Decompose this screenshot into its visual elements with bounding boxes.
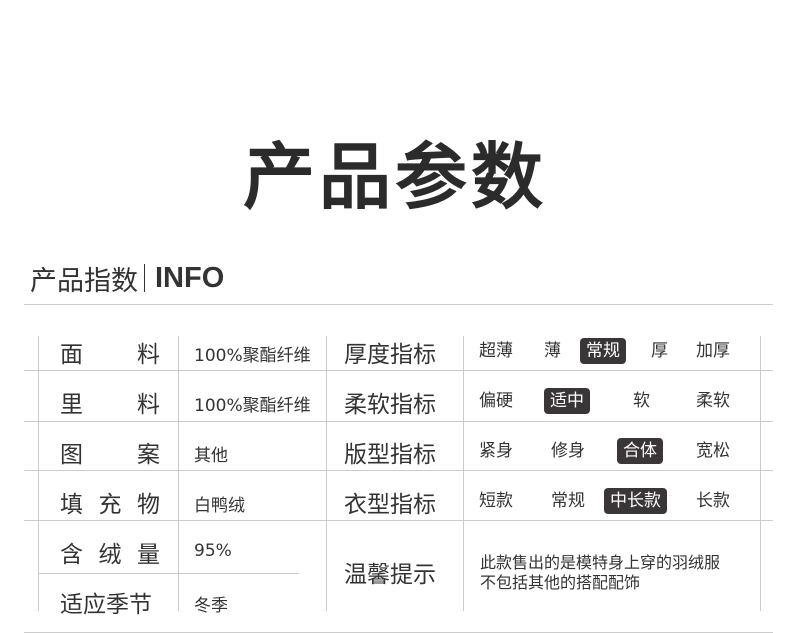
label-season: 适应季节 bbox=[60, 592, 152, 618]
option-thickness: 超薄 bbox=[479, 341, 513, 361]
option-fit: 宽松 bbox=[696, 441, 730, 461]
row-divider bbox=[24, 470, 773, 471]
label-down-content: 含绒量 bbox=[60, 542, 160, 568]
column-divider bbox=[463, 336, 464, 611]
row-divider bbox=[24, 520, 773, 521]
column-divider bbox=[760, 336, 761, 611]
option-softness: 软 bbox=[633, 391, 650, 411]
value-fabric: 100%聚酯纤维 bbox=[194, 346, 311, 366]
label-softness: 柔软指标 bbox=[344, 392, 436, 418]
option-thickness: 加厚 bbox=[696, 341, 730, 361]
value-filling: 白鸭绒 bbox=[194, 496, 245, 516]
option-thickness: 厚 bbox=[651, 341, 668, 361]
value-season: 冬季 bbox=[194, 596, 228, 616]
section-title-en: INFO bbox=[155, 261, 225, 294]
row-divider bbox=[38, 573, 299, 574]
option-fit: 修身 bbox=[551, 441, 585, 461]
section-divider bbox=[144, 264, 145, 292]
option-softness: 柔软 bbox=[696, 391, 730, 411]
label-thickness: 厚度指标 bbox=[344, 342, 436, 368]
option-thickness-selected: 常规 bbox=[580, 338, 626, 364]
option-thickness: 薄 bbox=[544, 341, 561, 361]
option-length: 短款 bbox=[479, 491, 513, 511]
option-fit-selected: 合体 bbox=[617, 438, 663, 464]
column-divider bbox=[326, 336, 327, 611]
option-fit: 紧身 bbox=[479, 441, 513, 461]
section-title-cn: 产品指数 bbox=[30, 265, 138, 297]
column-divider bbox=[178, 336, 179, 611]
page-title: 产品参数 bbox=[242, 135, 547, 219]
row-divider bbox=[24, 370, 773, 371]
column-divider bbox=[38, 336, 39, 611]
label-tip: 温馨提示 bbox=[344, 562, 436, 588]
tip-line: 此款售出的是模特身上穿的羽绒服 bbox=[480, 553, 721, 572]
label-pattern: 图案 bbox=[60, 442, 160, 468]
label-length: 衣型指标 bbox=[344, 492, 436, 518]
value-pattern: 其他 bbox=[194, 446, 228, 466]
label-fabric: 面料 bbox=[60, 342, 160, 368]
row-divider bbox=[24, 421, 773, 422]
section-header: 产品指数 INFO bbox=[30, 260, 225, 297]
header-rule bbox=[24, 304, 773, 305]
option-softness: 偏硬 bbox=[479, 391, 513, 411]
label-filling: 填充物 bbox=[60, 492, 160, 518]
label-fit: 版型指标 bbox=[344, 442, 436, 468]
option-length: 常规 bbox=[551, 491, 585, 511]
tip-text: 此款售出的是模特身上穿的羽绒服 不包括其他的搭配配饰 bbox=[480, 553, 760, 593]
tip-line: 不包括其他的搭配配饰 bbox=[480, 573, 641, 592]
option-length-selected: 中长款 bbox=[604, 488, 667, 514]
value-lining: 100%聚酯纤维 bbox=[194, 396, 311, 416]
option-softness-selected: 适中 bbox=[544, 388, 590, 414]
value-down-content: 95% bbox=[194, 541, 232, 561]
label-lining: 里料 bbox=[60, 392, 160, 418]
option-length: 长款 bbox=[696, 491, 730, 511]
